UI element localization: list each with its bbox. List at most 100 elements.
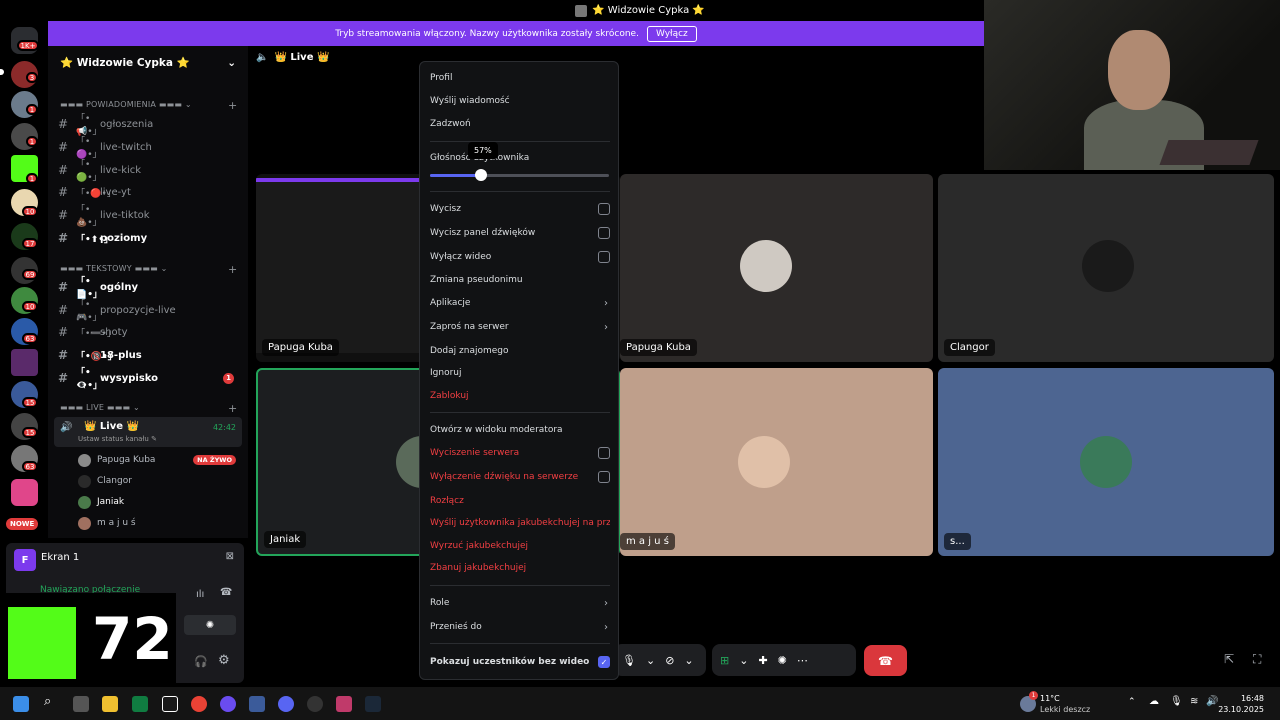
- checkbox[interactable]: [598, 227, 610, 239]
- menu-timeout[interactable]: Wyślij użytkownika jakubekchujej na prze…: [430, 515, 610, 531]
- search-icon[interactable]: ⌕: [44, 694, 60, 710]
- voice-user[interactable]: m a j u ś: [78, 514, 238, 532]
- file-explorer-icon[interactable]: [102, 696, 118, 712]
- activities-icon[interactable]: ✚: [758, 654, 767, 667]
- menu-move-to[interactable]: Przenieś do ›: [430, 619, 610, 635]
- chevron-down-icon[interactable]: ⌄: [646, 654, 655, 667]
- server-icon[interactable]: [11, 349, 38, 376]
- task-view-icon[interactable]: [73, 696, 89, 712]
- menu-add-friend[interactable]: Dodaj znajomego: [430, 343, 610, 359]
- microphone-tray-icon[interactable]: 🎙: [1170, 696, 1183, 707]
- video-tile[interactable]: s...: [938, 368, 1274, 556]
- channel-item[interactable]: # 「•📢•」 ogłoszenia: [58, 114, 242, 137]
- video-tile[interactable]: Clangor: [938, 174, 1274, 362]
- guild-header[interactable]: ⭐ Widzowie Cypka ⭐ ⌄: [48, 46, 248, 79]
- popout-icon[interactable]: ⇱: [1224, 652, 1234, 666]
- close-screen-icon[interactable]: ⊠: [226, 551, 234, 562]
- screen-share-icon[interactable]: ⊞: [720, 654, 729, 667]
- checkbox[interactable]: [598, 471, 610, 483]
- category-text[interactable]: ▬▬▬ TEKSTOWY ▬▬▬ ⌄ +: [60, 263, 237, 276]
- chevron-down-icon[interactable]: ⌄: [684, 654, 693, 667]
- menu-change-nickname[interactable]: Zmiana pseudonimu: [430, 272, 610, 288]
- category-notifications[interactable]: ▬▬▬ POWIADOMIENIA ▬▬▬ ⌄ +: [60, 99, 237, 112]
- app-icon[interactable]: [220, 696, 236, 712]
- chevron-down-icon[interactable]: ⌄: [227, 57, 236, 69]
- fullscreen-icon[interactable]: ⛶: [1253, 652, 1261, 667]
- cloud-icon[interactable]: ☁: [1149, 696, 1159, 707]
- video-tile[interactable]: Papuga Kuba: [620, 174, 933, 362]
- menu-invite[interactable]: Zaproś na serwer ›: [430, 319, 610, 335]
- xbox-icon[interactable]: [162, 696, 178, 712]
- channel-item[interactable]: # 「•💩•」 live-tiktok: [58, 205, 242, 228]
- add-channel-icon[interactable]: +: [228, 99, 237, 112]
- camera-off-icon[interactable]: ⊘: [665, 654, 674, 667]
- disable-streamer-mode-button[interactable]: Wyłącz: [646, 25, 697, 42]
- category-live[interactable]: ▬▬▬ LIVE ▬▬▬ ⌄ +: [60, 402, 237, 415]
- headphones-icon[interactable]: 🎧: [194, 655, 208, 668]
- menu-disconnect[interactable]: Rozłącz: [430, 493, 610, 509]
- soundboard-icon[interactable]: ✺: [778, 654, 787, 667]
- menu-disable-video[interactable]: Wyłącz wideo: [430, 249, 610, 265]
- settings-gear-icon[interactable]: ⚙: [218, 653, 230, 668]
- menu-show-no-video[interactable]: Pokazuj uczestników bez wideo ✓: [430, 654, 610, 670]
- obs-icon[interactable]: [307, 696, 323, 712]
- disconnect-icon[interactable]: ☎: [220, 587, 232, 598]
- chevron-down-icon[interactable]: ⌄: [739, 654, 748, 667]
- microphone-icon[interactable]: 🎙: [622, 654, 636, 667]
- status-hint[interactable]: Ustaw status kanału ✎: [78, 435, 157, 443]
- checkbox[interactable]: [598, 251, 610, 263]
- channel-item[interactable]: # 「•📄•」 ogólny: [58, 277, 242, 300]
- volume-slider[interactable]: [430, 169, 609, 181]
- checkbox-checked[interactable]: ✓: [598, 656, 610, 668]
- channel-item[interactable]: # 「•👁‍🗨•」 wysypisko 1: [58, 368, 242, 391]
- voice-user[interactable]: Papuga Kuba NA ŻYWO: [78, 451, 238, 469]
- menu-server-deafen[interactable]: Wyłączenie dźwięku na serwerze: [430, 469, 610, 485]
- channel-item[interactable]: # 「•🔞•」 18-plus: [58, 345, 242, 365]
- menu-roles[interactable]: Role ›: [430, 595, 610, 611]
- volume-slider-handle[interactable]: [475, 169, 487, 181]
- end-call-button[interactable]: ☎: [864, 645, 907, 676]
- video-tile[interactable]: m a j u ś: [620, 368, 933, 556]
- voice-channel-live[interactable]: 🔊 👑 Live 👑 Ustaw status kanału ✎ 42:42: [54, 417, 242, 447]
- chrome-icon[interactable]: [191, 696, 207, 712]
- checkbox[interactable]: [598, 447, 610, 459]
- signal-icon[interactable]: ılı: [196, 589, 204, 600]
- volume-tray-icon[interactable]: 🔊: [1206, 696, 1218, 707]
- menu-kick[interactable]: Wyrzuć jakubekchujej: [430, 538, 610, 554]
- voice-user[interactable]: Janiak: [78, 493, 238, 511]
- channel-item[interactable]: # 「•🟣•」 live-twitch: [58, 137, 242, 160]
- channel-item[interactable]: # 「•🎮•」 propozycje-live: [58, 300, 242, 323]
- clock[interactable]: 16:48 23.10.2025: [1218, 693, 1264, 715]
- channel-item[interactable]: # 「•🔴•」 live-yt: [58, 182, 242, 202]
- channel-item[interactable]: # 「•➖•」 shoty: [58, 322, 242, 342]
- menu-mute-soundboard[interactable]: Wycisz panel dźwięków: [430, 225, 610, 241]
- checkbox[interactable]: [598, 203, 610, 215]
- menu-ignore[interactable]: Ignoruj: [430, 365, 610, 381]
- windows-start-icon[interactable]: [13, 696, 29, 712]
- wifi-icon[interactable]: ≋: [1190, 696, 1198, 707]
- menu-send-message[interactable]: Wyślij wiadomość: [430, 93, 610, 109]
- add-channel-icon[interactable]: +: [228, 263, 237, 276]
- channel-item[interactable]: # 「•⬆•」 poziomy: [58, 228, 242, 248]
- heart-server-icon[interactable]: [11, 479, 38, 506]
- discord-icon[interactable]: [278, 696, 294, 712]
- voice-user[interactable]: Clangor: [78, 472, 238, 490]
- soundboard-button[interactable]: ✺: [184, 615, 236, 635]
- app-icon[interactable]: [336, 696, 352, 712]
- menu-block[interactable]: Zablokuj: [430, 388, 610, 404]
- add-channel-icon[interactable]: +: [228, 402, 237, 415]
- chevron-up-icon[interactable]: ⌃: [1128, 697, 1136, 707]
- channel-item[interactable]: # 「•🟢•」 live-kick: [58, 160, 242, 183]
- more-icon[interactable]: ⋯: [797, 654, 808, 667]
- menu-moderator-view[interactable]: Otwórz w widoku moderatora: [430, 422, 610, 438]
- steam-icon[interactable]: [365, 696, 381, 712]
- menu-apps[interactable]: Aplikacje ›: [430, 295, 610, 311]
- weather-widget[interactable]: 11°C Lekki deszcz: [1040, 693, 1090, 715]
- menu-profile[interactable]: Profil: [430, 70, 610, 86]
- menu-call[interactable]: Zadzwoń: [430, 116, 610, 132]
- menu-mute[interactable]: Wycisz: [430, 201, 610, 217]
- excel-icon[interactable]: [132, 696, 148, 712]
- app-icon[interactable]: [249, 696, 265, 712]
- menu-ban[interactable]: Zbanuj jakubekchujej: [430, 560, 610, 576]
- menu-server-mute[interactable]: Wyciszenie serwera: [430, 445, 610, 461]
